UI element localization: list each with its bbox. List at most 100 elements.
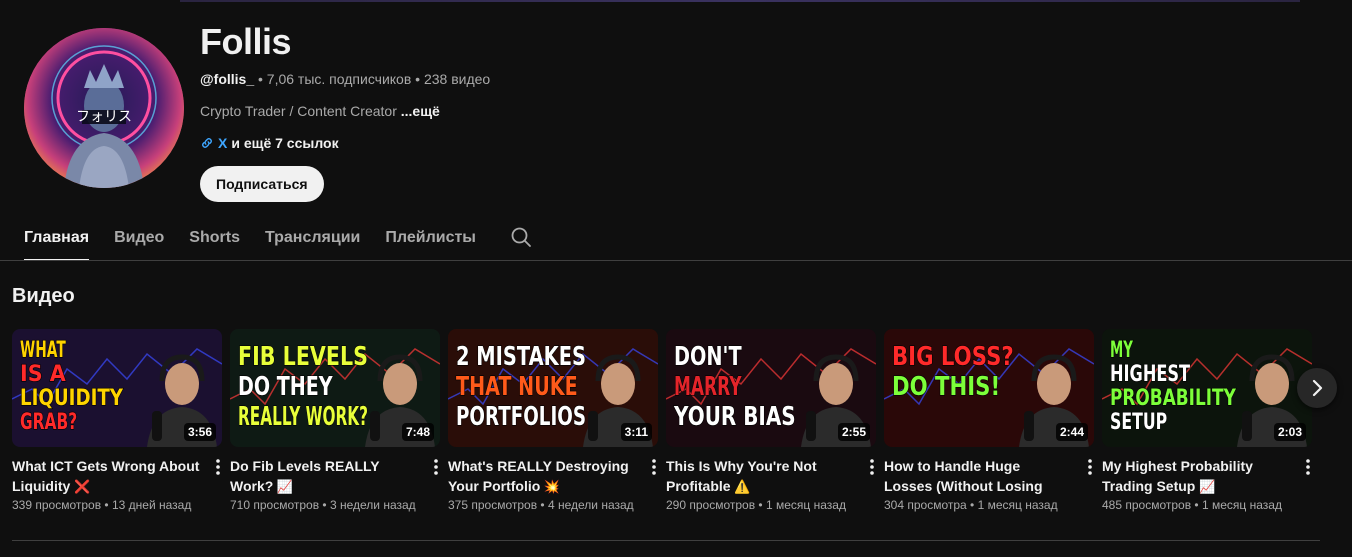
video-card[interactable]: FIB LEVELS DO THEY REALLY WORK? 7:48 Do Fib …	[230, 329, 440, 519]
upload-age: 4 недели назад	[547, 498, 634, 512]
video-title[interactable]: How to Handle Huge Losses (Without Losin…	[884, 456, 1072, 496]
title-emoji: ⚠️	[730, 479, 751, 494]
banner-edge	[180, 0, 1300, 2]
thumbnail-headline: THAT NUKE	[456, 372, 578, 402]
video-thumbnail[interactable]: FIB LEVELS DO THEY REALLY WORK? 7:48	[230, 329, 440, 447]
title-emoji: 💥	[540, 479, 561, 494]
upload-age: 1 месяц назад	[765, 498, 846, 512]
more-options-icon[interactable]	[428, 457, 444, 477]
more-options-icon[interactable]	[864, 457, 880, 477]
tab-shorts[interactable]: Shorts	[189, 213, 240, 261]
channel-handle[interactable]: @follis_	[200, 71, 254, 87]
tab-home[interactable]: Главная	[24, 213, 90, 261]
video-duration: 2:44	[1055, 423, 1088, 441]
thumbnail-headline: PORTFOLIOS	[456, 402, 586, 432]
thumbnail-headline: BIG LOSS?	[892, 342, 1014, 372]
channel-meta: @follis_ • 7,06 тыс. подписчиков • 238 в…	[200, 71, 490, 87]
video-count: • 238 видео	[415, 71, 491, 87]
search-icon[interactable]	[509, 225, 533, 249]
subscribe-button[interactable]: Подписаться	[200, 166, 324, 202]
video-title[interactable]: This Is Why You're Not Profitable ⚠️	[666, 456, 854, 496]
video-card[interactable]: WHAT IS A LIQUIDITY GRAB? 3:56 What ICT Gets …	[12, 329, 222, 519]
video-meta: 290 просмотров • 1 месяц назад	[666, 498, 886, 512]
thumbnail-headline: MY	[1110, 338, 1134, 363]
video-thumbnail[interactable]: 2 MISTAKES THAT NUKE PORTFOLIOS 3:11	[448, 329, 658, 447]
view-count: 339 просмотров	[12, 498, 102, 512]
thumbnail-headline: DO THIS!	[892, 372, 1000, 402]
view-count: 710 просмотров	[230, 498, 320, 512]
video-title-text: My Highest Probability Trading Setup	[1102, 458, 1253, 494]
upload-age: 3 недели назад	[329, 498, 416, 512]
thumbnail-headline: WHAT	[20, 338, 66, 363]
video-title[interactable]: Do Fib Levels REALLY Work? 📈	[230, 456, 418, 496]
video-title-text: What's REALLY Destroying Your Portfolio	[448, 458, 629, 494]
channel-description[interactable]: Crypto Trader / Content Creator ...ещё	[200, 103, 440, 119]
more-options-icon[interactable]	[1082, 457, 1098, 477]
thumbnail-headline: PROBABILITY	[1110, 386, 1237, 411]
video-duration: 3:56	[183, 423, 216, 441]
thumbnail-headline: MARRY	[674, 372, 742, 402]
view-count: 290 просмотров	[666, 498, 756, 512]
thumbnail-headline: FIB LEVELS	[238, 342, 368, 372]
video-card[interactable]: BIG LOSS? DO THIS! 2:44 How to Handle Huge …	[884, 329, 1094, 519]
video-thumbnail[interactable]: BIG LOSS? DO THIS! 2:44	[884, 329, 1094, 447]
tab-playlists[interactable]: Плейлисты	[385, 213, 476, 261]
video-meta: 339 просмотров • 13 дней назад	[12, 498, 232, 512]
upload-age: 1 месяц назад	[1201, 498, 1282, 512]
channel-avatar[interactable]: フォリス	[24, 28, 184, 188]
video-card[interactable]: DON'T MARRY YOUR BIAS 2:55 This Is Why You'r…	[666, 329, 876, 519]
subscriber-count: • 7,06 тыс. подписчиков	[258, 71, 412, 87]
thumbnail-headline: REALLY WORK?	[238, 402, 368, 432]
channel-links: X и ещё 7 ссылок	[200, 135, 339, 151]
meta-separator: •	[1191, 498, 1202, 512]
more-options-icon[interactable]	[1300, 457, 1316, 477]
video-thumbnail[interactable]: DON'T MARRY YOUR BIAS 2:55	[666, 329, 876, 447]
meta-separator: •	[319, 498, 330, 512]
more-options-icon[interactable]	[646, 457, 662, 477]
video-title[interactable]: What ICT Gets Wrong About Liquidity ❌	[12, 456, 200, 496]
title-emoji: 📈	[273, 479, 294, 494]
thumbnail-headline: HIGHEST	[1110, 362, 1190, 387]
description-more[interactable]: ...ещё	[401, 103, 440, 119]
meta-separator: •	[755, 498, 766, 512]
video-title-text: What ICT Gets Wrong About Liquidity	[12, 458, 200, 494]
video-duration: 2:03	[1273, 423, 1306, 441]
video-meta: 485 просмотров • 1 месяц назад	[1102, 498, 1322, 512]
video-card[interactable]: MY HIGHEST PROBABILITY SETUP 2:03 My Highest …	[1102, 329, 1312, 519]
video-shelf: WHAT IS A LIQUIDITY GRAB? 3:56 What ICT Gets …	[12, 329, 1352, 529]
channel-tabs: Главная Видео Shorts Трансляции Плейлист…	[24, 213, 533, 261]
view-count: 304 просмотра	[884, 498, 967, 512]
video-thumbnail[interactable]: MY HIGHEST PROBABILITY SETUP 2:03	[1102, 329, 1312, 447]
more-links[interactable]: и ещё 7 ссылок	[231, 135, 338, 151]
tab-videos[interactable]: Видео	[114, 213, 164, 261]
video-duration: 3:11	[620, 423, 652, 441]
thumbnail-headline: LIQUIDITY	[20, 386, 124, 411]
video-duration: 2:55	[837, 423, 870, 441]
avatar-image: フォリス	[24, 28, 184, 188]
channel-name: Follis	[200, 21, 292, 62]
link-icon	[202, 138, 212, 148]
thumbnail-headline: SETUP	[1110, 410, 1167, 435]
chevron-right-icon	[1312, 379, 1323, 397]
video-title[interactable]: What's REALLY Destroying Your Portfolio …	[448, 456, 636, 496]
view-count: 375 просмотров	[448, 498, 538, 512]
video-meta: 375 просмотров • 4 недели назад	[448, 498, 668, 512]
video-card[interactable]: 2 MISTAKES THAT NUKE PORTFOLIOS 3:11 What's …	[448, 329, 658, 519]
video-title[interactable]: My Highest Probability Trading Setup 📈	[1102, 456, 1290, 496]
tab-live[interactable]: Трансляции	[265, 213, 360, 261]
upload-age: 1 месяц назад	[977, 498, 1058, 512]
section-title[interactable]: Видео	[12, 285, 75, 308]
title-emoji: ❌	[70, 479, 91, 494]
title-emoji: 📈	[1195, 479, 1216, 494]
video-duration: 7:48	[401, 423, 434, 441]
video-meta: 710 просмотров • 3 недели назад	[230, 498, 450, 512]
meta-separator: •	[966, 498, 978, 512]
more-options-icon[interactable]	[210, 457, 226, 477]
thumbnail-headline: DON'T	[674, 342, 742, 372]
x-link[interactable]: X	[218, 135, 227, 151]
video-thumbnail[interactable]: WHAT IS A LIQUIDITY GRAB? 3:56	[12, 329, 222, 447]
shelf-next-button[interactable]	[1297, 368, 1337, 408]
thumbnail-headline: YOUR BIAS	[673, 402, 795, 432]
video-title-text: Do Fib Levels REALLY Work?	[230, 458, 380, 494]
avatar-text: フォリス	[76, 109, 132, 125]
